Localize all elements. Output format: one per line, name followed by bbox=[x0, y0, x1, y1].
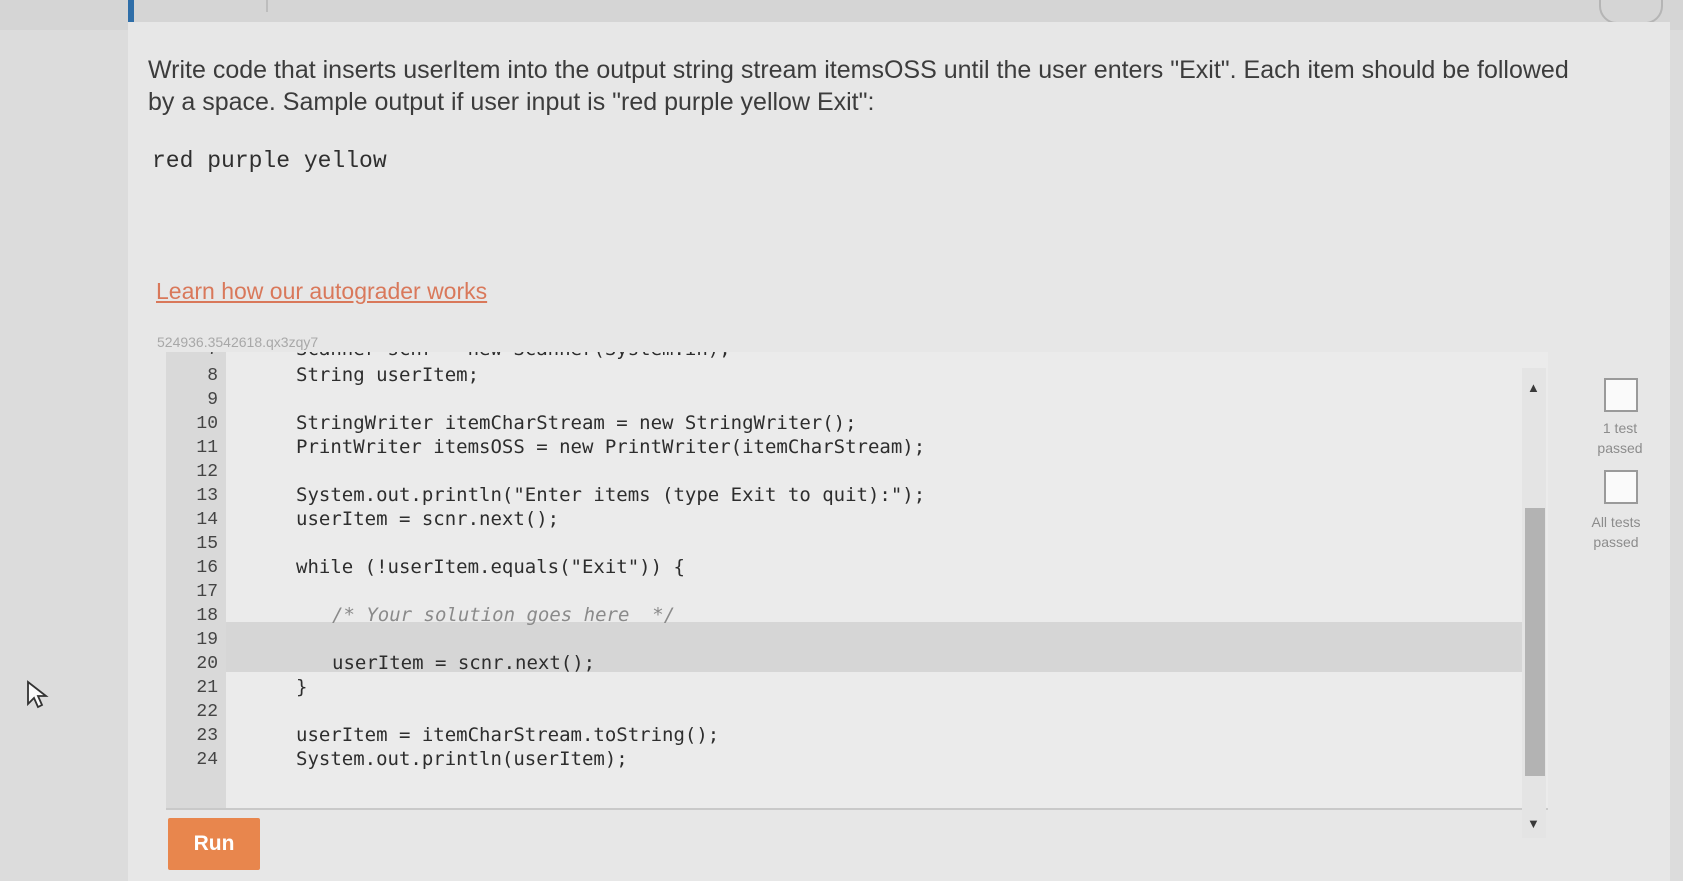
solution-placeholder-comment[interactable]: /* Your solution goes here */ bbox=[332, 604, 675, 626]
line-number: 11 bbox=[196, 438, 218, 458]
code-editor[interactable]: 7 8 9 10 11 12 13 14 15 16 17 18 19 20 2… bbox=[166, 352, 1548, 810]
one-test-label: 1 test passed bbox=[1580, 418, 1660, 458]
autograder-link[interactable]: Learn how our autograder works bbox=[156, 278, 487, 305]
code-line[interactable]: PrintWriter itemsOSS = new PrintWriter(i… bbox=[296, 436, 925, 458]
cursor-icon bbox=[27, 680, 49, 709]
code-line[interactable]: Scanner scnr = new Scanner(System.in); bbox=[296, 352, 731, 360]
all-tests-checkbox bbox=[1604, 470, 1638, 504]
line-number: 15 bbox=[196, 534, 218, 554]
line-number: 7 bbox=[166, 352, 218, 360]
one-test-checkbox bbox=[1604, 378, 1638, 412]
all-tests-label: All tests passed bbox=[1576, 512, 1656, 552]
line-number: 10 bbox=[196, 414, 218, 434]
divider bbox=[266, 0, 268, 12]
scrollbar-thumb[interactable] bbox=[1525, 508, 1545, 776]
code-line[interactable]: userItem = scnr.next(); bbox=[332, 652, 595, 674]
line-number: 19 bbox=[196, 630, 218, 650]
challenge-prompt: Write code that inserts userItem into th… bbox=[148, 56, 1569, 116]
line-number: 9 bbox=[207, 390, 218, 410]
line-number: 8 bbox=[207, 366, 218, 386]
code-line[interactable]: } bbox=[296, 676, 307, 698]
code-line[interactable]: String userItem; bbox=[296, 364, 479, 386]
challenge-id: 524936.3542618.qx3zqy7 bbox=[157, 334, 319, 350]
line-number: 21 bbox=[196, 678, 218, 698]
code-line[interactable]: userItem = scnr.next(); bbox=[296, 508, 559, 530]
code-line[interactable]: userItem = itemCharStream.toString(); bbox=[296, 724, 719, 746]
one-test-label-line2: passed bbox=[1597, 440, 1643, 456]
line-number: 16 bbox=[196, 558, 218, 578]
scroll-down-arrow-icon[interactable]: ▼ bbox=[1527, 816, 1540, 831]
line-number: 22 bbox=[196, 702, 218, 722]
one-test-label-line1: 1 test bbox=[1602, 420, 1638, 436]
progress-accent bbox=[128, 0, 134, 22]
code-line[interactable]: while (!userItem.equals("Exit")) { bbox=[296, 556, 685, 578]
all-tests-label-line2: passed bbox=[1593, 534, 1639, 550]
line-number: 17 bbox=[196, 582, 218, 602]
sample-output: red purple yellow bbox=[152, 148, 387, 174]
line-number: 23 bbox=[196, 726, 218, 746]
line-number: 14 bbox=[196, 510, 218, 530]
scroll-up-arrow-icon[interactable]: ▲ bbox=[1527, 380, 1540, 395]
all-tests-label-line1: All tests bbox=[1591, 514, 1641, 530]
code-line[interactable]: System.out.println(userItem); bbox=[296, 748, 628, 770]
line-number: 13 bbox=[196, 486, 218, 506]
line-number: 18 bbox=[196, 606, 218, 626]
line-number: 12 bbox=[196, 462, 218, 482]
line-number: 20 bbox=[196, 654, 218, 674]
run-button[interactable]: Run bbox=[168, 818, 260, 870]
top-right-decoration bbox=[1599, 0, 1663, 24]
code-line[interactable]: StringWriter itemCharStream = new String… bbox=[296, 412, 857, 434]
code-line[interactable]: System.out.println("Enter items (type Ex… bbox=[296, 484, 925, 506]
line-number: 24 bbox=[196, 750, 218, 770]
